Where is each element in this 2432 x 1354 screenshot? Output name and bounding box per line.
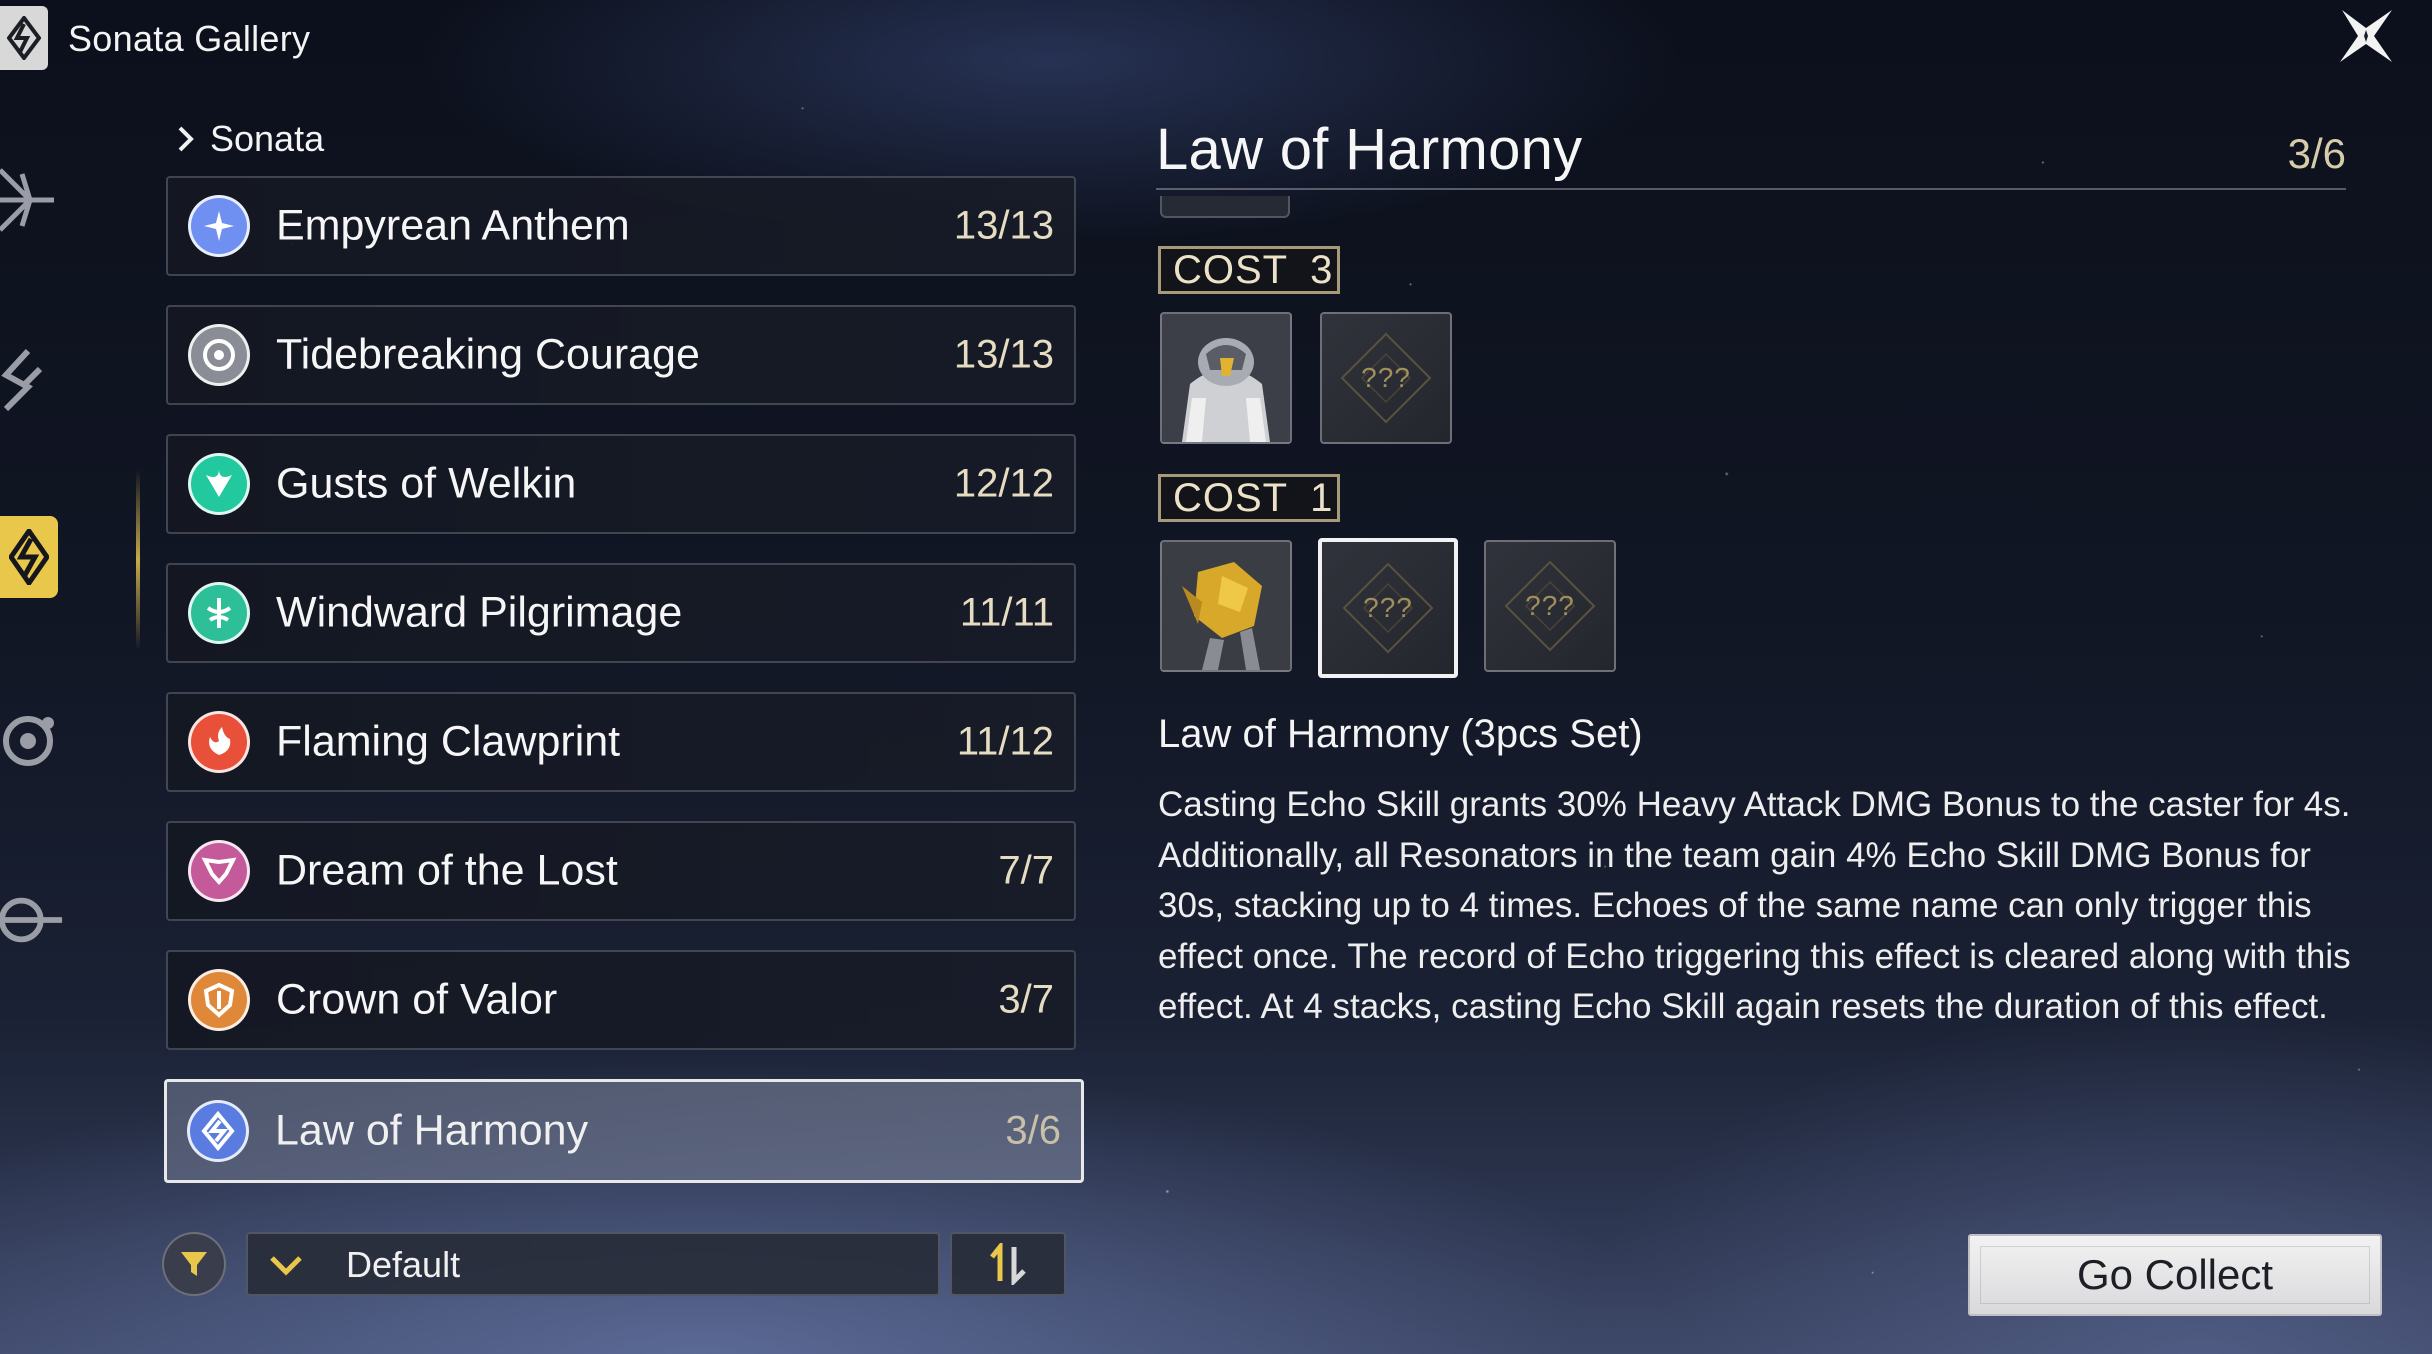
sort-label: Default [346, 1244, 461, 1285]
rail-tab-5[interactable] [0, 880, 64, 960]
locked-label: ??? [1361, 362, 1411, 393]
effect-line: Casting Echo Skill grants 30% Heavy Atta… [1158, 785, 2351, 824]
set-count: 3/6 [1005, 1108, 1061, 1153]
locked-label: ??? [1525, 590, 1575, 621]
set-item-dream-of-the-lost[interactable]: Dream of the Lost 7/7 [166, 821, 1076, 921]
set-name: Flaming Clawprint [276, 717, 621, 766]
echo-slot-locked-selected[interactable]: ??? [1318, 538, 1458, 678]
empyrean-star-icon [188, 195, 250, 257]
detail-count: 3/6 [2287, 130, 2346, 177]
echo-slot-locked[interactable]: ??? [1320, 312, 1452, 444]
filter-button[interactable] [162, 1232, 226, 1296]
detail-divider [1156, 188, 2346, 190]
set-item-gusts-of-welkin[interactable]: Gusts of Welkin 12/12 [166, 434, 1076, 534]
valor-shield-icon [188, 969, 250, 1031]
rail-divider [136, 470, 140, 650]
gear-flower-icon [3, 716, 54, 766]
set-count: 7/7 [998, 848, 1054, 893]
go-collect-button[interactable]: Go Collect [1968, 1234, 2382, 1316]
echo-slot-armored-knight[interactable] [1160, 312, 1292, 444]
echo-slot-golden-hound[interactable] [1160, 540, 1292, 672]
set-name: Law of Harmony [275, 1106, 589, 1155]
set-name: Empyrean Anthem [276, 201, 630, 250]
sonata-diamond-icon [0, 6, 48, 70]
harmony-diamond-icon [187, 1100, 249, 1162]
tide-ring-icon [188, 324, 250, 386]
set-count: 12/12 [953, 461, 1054, 506]
close-button[interactable] [2330, 0, 2402, 72]
locked-label: ??? [1363, 592, 1413, 623]
cost-badge-3: COST 3 [1158, 246, 1340, 294]
set-item-crown-of-valor[interactable]: Crown of Valor 3/7 [166, 950, 1076, 1050]
top-header: Sonata Gallery [0, 0, 700, 80]
orbit-eye-icon [0, 897, 63, 943]
sonata-diamond-icon [9, 529, 49, 585]
sort-order-icon [990, 1243, 1026, 1285]
welkin-wing-icon [188, 453, 250, 515]
wave-chevron-icon [1, 348, 43, 412]
armored-knight-echo-icon [1162, 314, 1290, 442]
set-item-empyrean-anthem[interactable]: Empyrean Anthem 13/13 [166, 176, 1076, 276]
echo-slot-locked[interactable]: ??? [1484, 540, 1616, 672]
set-effect-description: Casting Echo Skill grants 30% Heavy Atta… [1158, 780, 2358, 1033]
set-name: Gusts of Welkin [276, 459, 577, 508]
chevron-right-icon [178, 126, 194, 152]
rail-tab-4[interactable] [0, 700, 64, 780]
set-count: 3/7 [998, 977, 1054, 1022]
set-count: 13/13 [953, 203, 1054, 248]
go-collect-label: Go Collect [2076, 1251, 2274, 1298]
rail-tab-2[interactable] [0, 340, 64, 420]
set-item-flaming-clawprint[interactable]: Flaming Clawprint 11/12 [166, 692, 1076, 792]
set-count: 13/13 [953, 332, 1054, 377]
set-item-windward-pilgrimage[interactable]: Windward Pilgrimage 11/11 [166, 563, 1076, 663]
dream-moth-icon [188, 840, 250, 902]
set-name: Dream of the Lost [276, 846, 618, 895]
effect-line: Additionally, all Resonators in the team… [1158, 835, 2351, 1027]
partial-echo-slot [1160, 196, 1290, 218]
chevron-down-icon [270, 1256, 302, 1276]
category-label: Sonata [210, 118, 325, 159]
cost-badge-1: COST 1 [1158, 474, 1340, 522]
detail-title: Law of Harmony [1156, 117, 1583, 182]
set-item-tidebreaking-courage[interactable]: Tidebreaking Courage 13/13 [166, 305, 1076, 405]
set-count: 11/12 [956, 719, 1054, 764]
set-name: Tidebreaking Courage [276, 330, 700, 379]
set-count: 11/11 [959, 590, 1054, 635]
windward-lily-icon [188, 582, 250, 644]
set-name: Windward Pilgrimage [276, 588, 683, 637]
page-title: Sonata Gallery [68, 18, 311, 59]
set-effect-title: Law of Harmony (3pcs Set) [1158, 712, 1643, 756]
rail-tab-1[interactable] [0, 160, 64, 240]
compass-star-icon [0, 168, 54, 232]
funnel-icon [181, 1252, 207, 1276]
golden-hound-echo-icon [1162, 542, 1290, 670]
sort-order-button[interactable] [950, 1232, 1066, 1296]
sort-dropdown[interactable]: Default [246, 1232, 940, 1296]
close-star-icon [2340, 10, 2392, 62]
side-rail [0, 130, 80, 970]
category-header[interactable]: Sonata [176, 118, 324, 160]
set-name: Crown of Valor [276, 975, 558, 1024]
rail-tab-sonata[interactable] [0, 516, 58, 598]
flame-swirl-icon [188, 711, 250, 773]
set-item-law-of-harmony[interactable]: Law of Harmony 3/6 [164, 1079, 1084, 1183]
